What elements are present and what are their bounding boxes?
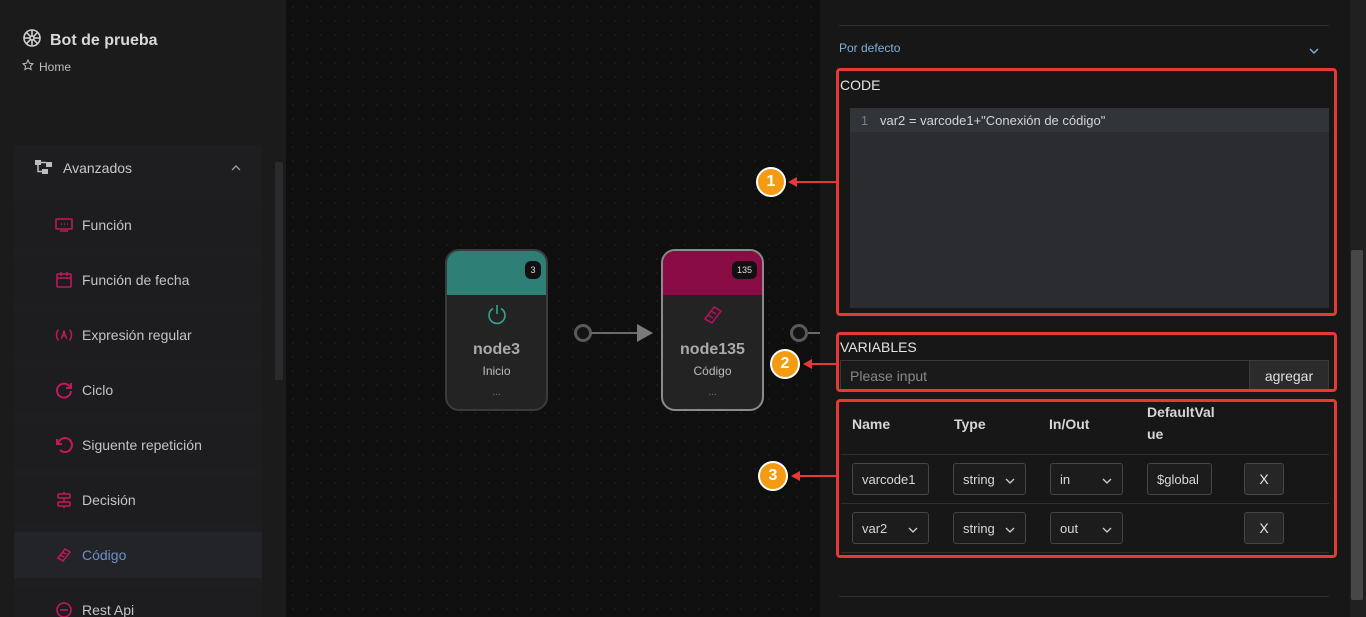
star-icon [21, 58, 35, 74]
annotation-arrow [788, 177, 836, 187]
sidebar-item-label: Expresión regular [82, 327, 192, 343]
output-port[interactable] [574, 324, 592, 342]
sidebar-item-funcion[interactable]: Función [14, 202, 262, 248]
app-root: Bot de prueba Home Avanzados Función Fun… [0, 0, 1366, 617]
sidebar-item-label: Rest Api [82, 602, 135, 617]
divider [839, 596, 1329, 597]
node-badge: 135 [731, 261, 757, 279]
node-more[interactable]: ... [663, 387, 762, 398]
loop-icon [54, 380, 74, 400]
calendar-icon [54, 270, 74, 290]
node-badge: 3 [525, 261, 541, 279]
chevron-down-icon[interactable] [1308, 43, 1320, 61]
annotation-arrow [803, 359, 837, 369]
sidebar-item-expresion-regular[interactable]: Expresión regular [14, 312, 262, 358]
nodes-icon [34, 159, 54, 178]
node-type: Código [693, 364, 732, 378]
sidebar-item-label: Función de fecha [82, 272, 190, 288]
node-more[interactable]: ... [447, 387, 546, 398]
annotation-box-table [836, 399, 1337, 558]
menu-group-avanzados[interactable]: Avanzados [14, 145, 262, 191]
undo-icon [54, 435, 74, 455]
sidebar: Bot de prueba Home Avanzados Función Fun… [0, 0, 286, 617]
code-icon [54, 545, 74, 565]
flow-node-node135[interactable]: 135 node135 Código ... [661, 249, 764, 411]
code-icon [663, 303, 762, 327]
connection-arrow [591, 324, 653, 342]
node-type: Inicio [482, 364, 511, 378]
chevron-up-icon [230, 161, 242, 177]
sidebar-item-ciclo[interactable]: Ciclo [14, 367, 262, 413]
annotation-box-code [836, 68, 1337, 316]
annotation-marker-1: 1 [756, 167, 786, 197]
app-title: Bot de prueba [50, 31, 158, 49]
sidebar-item-codigo[interactable]: Código [14, 532, 262, 578]
section-toggle[interactable]: Por defecto [839, 41, 900, 55]
rest-api-icon [54, 600, 74, 617]
sidebar-scrollbar[interactable] [275, 162, 283, 380]
sidebar-menu: Avanzados Función Función de fecha Expre… [14, 145, 262, 617]
sidebar-item-label: Código [82, 547, 127, 563]
home-link[interactable]: Home [21, 58, 72, 74]
home-label: Home [39, 59, 72, 74]
annotation-box-variables [836, 332, 1337, 392]
annotation-arrow [791, 471, 837, 481]
output-port[interactable] [790, 324, 808, 342]
sidebar-item-label: Siguente repetición [82, 437, 202, 453]
panel-scrollbar-thumb[interactable] [1351, 250, 1363, 600]
flow-node-node3[interactable]: 3 node3 Inicio ... [445, 249, 548, 411]
annotation-marker-2: 2 [770, 349, 800, 379]
decision-icon [54, 490, 74, 510]
sidebar-item-decision[interactable]: Decisión [14, 477, 262, 523]
flow-canvas[interactable]: 3 node3 Inicio ... 135 node135 Código ..… [286, 0, 820, 617]
regex-icon [54, 325, 74, 345]
function-icon [54, 215, 74, 235]
sidebar-item-rest-api[interactable]: Rest Api [14, 587, 262, 617]
sidebar-item-label: Ciclo [82, 382, 114, 398]
sidebar-item-label: Función [82, 217, 132, 233]
wheel-icon [22, 28, 42, 53]
sidebar-item-funcion-fecha[interactable]: Función de fecha [14, 257, 262, 303]
connection-line [808, 332, 820, 334]
sidebar-item-label: Decisión [82, 492, 136, 508]
node-name: node135 [680, 341, 745, 358]
node-name: node3 [472, 341, 521, 358]
annotation-marker-3: 3 [758, 461, 788, 491]
sidebar-item-siguiente-repeticion[interactable]: Siguente repetición [14, 422, 262, 468]
menu-group-label: Avanzados [63, 160, 133, 176]
brand: Bot de prueba [22, 28, 158, 53]
divider [839, 25, 1329, 26]
power-icon [447, 303, 546, 325]
